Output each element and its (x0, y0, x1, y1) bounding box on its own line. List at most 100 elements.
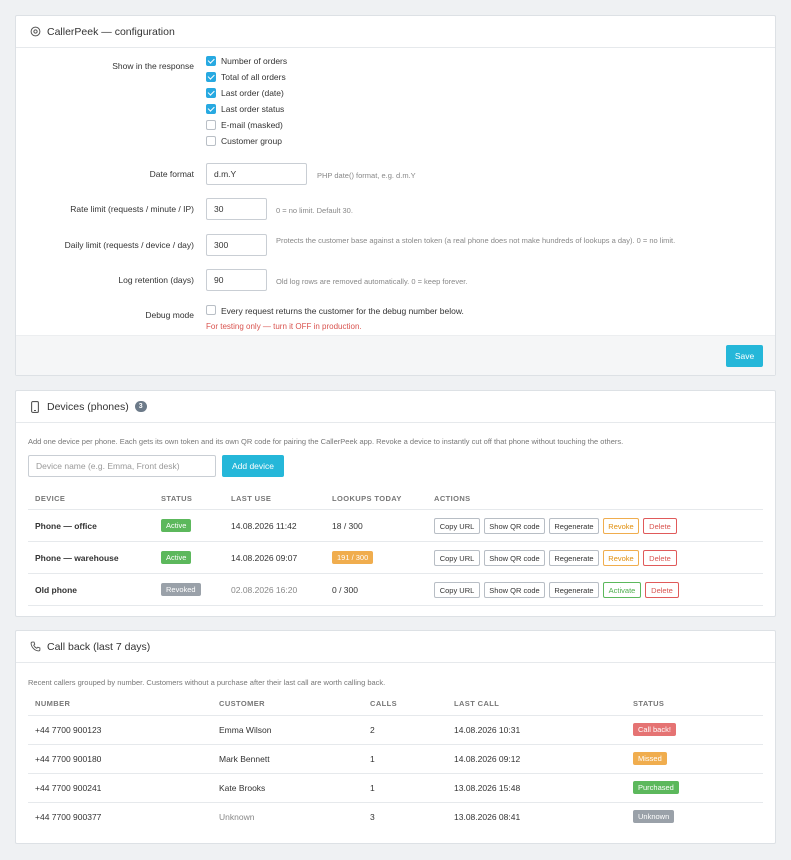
caller-calls: 1 (370, 754, 375, 764)
option-checkbox-last-order-status[interactable] (206, 104, 216, 114)
caller-status-badge: Call back! (633, 723, 676, 736)
col-device: DEVICE (35, 494, 66, 503)
save-button[interactable]: Save (726, 345, 763, 367)
delete-button[interactable]: Delete (643, 550, 677, 566)
option-checkbox-customer-group[interactable] (206, 136, 216, 146)
regenerate-button[interactable]: Regenerate (549, 582, 599, 598)
caller-status-badge: Unknown (633, 810, 675, 823)
caller-customer: Emma Wilson (219, 725, 272, 735)
device-lookups: 18 / 300 (332, 521, 363, 531)
regenerate-button[interactable]: Regenerate (549, 550, 599, 566)
phone-handset-icon (29, 641, 41, 653)
config-title: CallerPeek — configuration (47, 25, 175, 38)
show-qr-button[interactable]: Show QR code (484, 550, 545, 566)
settings-circle-icon (29, 26, 41, 38)
callback-row-divider (28, 744, 763, 745)
devices-header: Devices (phones) 3 (16, 391, 775, 423)
caller-number: +44 7700 900377 (35, 812, 102, 822)
show-qr-button[interactable]: Show QR code (484, 582, 545, 598)
col-actions: ACTIONS (434, 494, 471, 503)
option-label-orders: Number of orders (221, 56, 288, 66)
rate-limit-label: Rate limit (requests / minute / IP) (70, 204, 194, 214)
devices-row-divider (28, 573, 763, 574)
date-format-input[interactable]: d.m.Y (206, 163, 307, 185)
caller-calls: 2 (370, 725, 375, 735)
caller-last-call: 13.08.2026 15:48 (454, 783, 521, 793)
caller-calls: 1 (370, 783, 375, 793)
caller-customer: Kate Brooks (219, 783, 266, 793)
caller-last-call: 14.08.2026 09:12 (454, 754, 521, 764)
caller-last-call: 13.08.2026 08:41 (454, 812, 521, 822)
caller-number: +44 7700 900241 (35, 783, 102, 793)
caller-number: +44 7700 900180 (35, 754, 102, 764)
col-calls: CALLS (370, 699, 397, 708)
devices-count-badge: 3 (134, 401, 147, 412)
callback-description: Recent callers grouped by number. Custom… (28, 678, 386, 687)
rate-limit-input[interactable]: 30 (206, 198, 267, 220)
col-status: STATUS (633, 699, 665, 708)
callback-header: Call back (last 7 days) (16, 631, 775, 663)
devices-panel: Devices (phones) 3 Add one device per ph… (15, 390, 776, 617)
option-checkbox-orders[interactable] (206, 56, 216, 66)
date-format-hint: PHP date() format, e.g. d.m.Y (317, 171, 416, 180)
activate-button[interactable]: Activate (603, 582, 641, 598)
phone-icon (29, 400, 41, 413)
debug-mode-checkbox[interactable] (206, 305, 216, 315)
config-panel: CallerPeek — configuration Show in the r… (15, 15, 776, 376)
revoke-button[interactable]: Revoke (603, 518, 639, 534)
callback-row-divider (28, 802, 763, 803)
caller-status-badge: Purchased (633, 781, 679, 794)
copy-url-button[interactable]: Copy URL (434, 582, 480, 598)
devices-row-divider (28, 605, 763, 606)
device-last-use: 14.08.2026 09:07 (231, 553, 298, 563)
regenerate-button[interactable]: Regenerate (549, 518, 599, 534)
copy-url-button[interactable]: Copy URL (434, 550, 480, 566)
date-format-label: Date format (149, 169, 194, 179)
delete-button[interactable]: Delete (643, 518, 677, 534)
add-device-button[interactable]: Add device (222, 455, 284, 477)
option-label-last-order-date: Last order (date) (221, 88, 284, 98)
debug-mode-label: Debug mode (145, 310, 194, 320)
log-retention-hint: Old log rows are removed automatically. … (276, 277, 468, 286)
option-checkbox-email[interactable] (206, 120, 216, 130)
show-in-response-label: Show in the response (112, 61, 194, 71)
option-label-last-order-status: Last order status (221, 104, 285, 114)
device-last-use: 02.08.2026 16:20 (231, 585, 298, 595)
callback-title: Call back (last 7 days) (47, 640, 151, 653)
device-status-badge: Revoked (161, 583, 201, 596)
device-lookups: 0 / 300 (332, 585, 358, 595)
col-number: NUMBER (35, 699, 71, 708)
option-checkbox-total[interactable] (206, 72, 216, 82)
revoke-button[interactable]: Revoke (603, 550, 639, 566)
device-last-use: 14.08.2026 11:42 (231, 521, 297, 531)
device-status-badge: Active (161, 519, 192, 532)
config-footer: Save (16, 335, 775, 375)
device-status-badge: Active (161, 551, 192, 564)
delete-button[interactable]: Delete (645, 582, 679, 598)
debug-mode-text: Every request returns the customer for t… (221, 306, 464, 316)
devices-title: Devices (phones) (47, 400, 129, 413)
log-retention-input[interactable]: 90 (206, 269, 267, 291)
col-last-use: LAST USE (231, 494, 272, 503)
device-name: Old phone (35, 585, 78, 595)
device-name: Phone — warehouse (35, 553, 119, 563)
device-name-input[interactable]: Device name (e.g. Emma, Front desk) (28, 455, 216, 477)
debug-mode-warning: For testing only — turn it OFF in produc… (206, 322, 362, 331)
show-qr-button[interactable]: Show QR code (484, 518, 545, 534)
col-lookups-today: LOOKUPS TODAY (332, 494, 402, 503)
copy-url-button[interactable]: Copy URL (434, 518, 480, 534)
caller-customer: Unknown (219, 812, 255, 822)
device-name: Phone — office (35, 521, 97, 531)
col-last-call: LAST CALL (454, 699, 500, 708)
caller-customer: Mark Bennett (219, 754, 270, 764)
rate-limit-hint: 0 = no limit. Default 30. (276, 206, 353, 215)
daily-limit-input[interactable]: 300 (206, 234, 267, 256)
option-label-customer-group: Customer group (221, 136, 282, 146)
devices-row-divider (28, 541, 763, 542)
devices-header-divider (28, 509, 763, 510)
daily-limit-hint: Protects the customer base against a sto… (276, 236, 676, 245)
option-checkbox-last-order-date[interactable] (206, 88, 216, 98)
caller-status-badge: Missed (633, 752, 667, 765)
option-label-total: Total of all orders (221, 72, 286, 82)
callback-header-divider (28, 715, 763, 716)
